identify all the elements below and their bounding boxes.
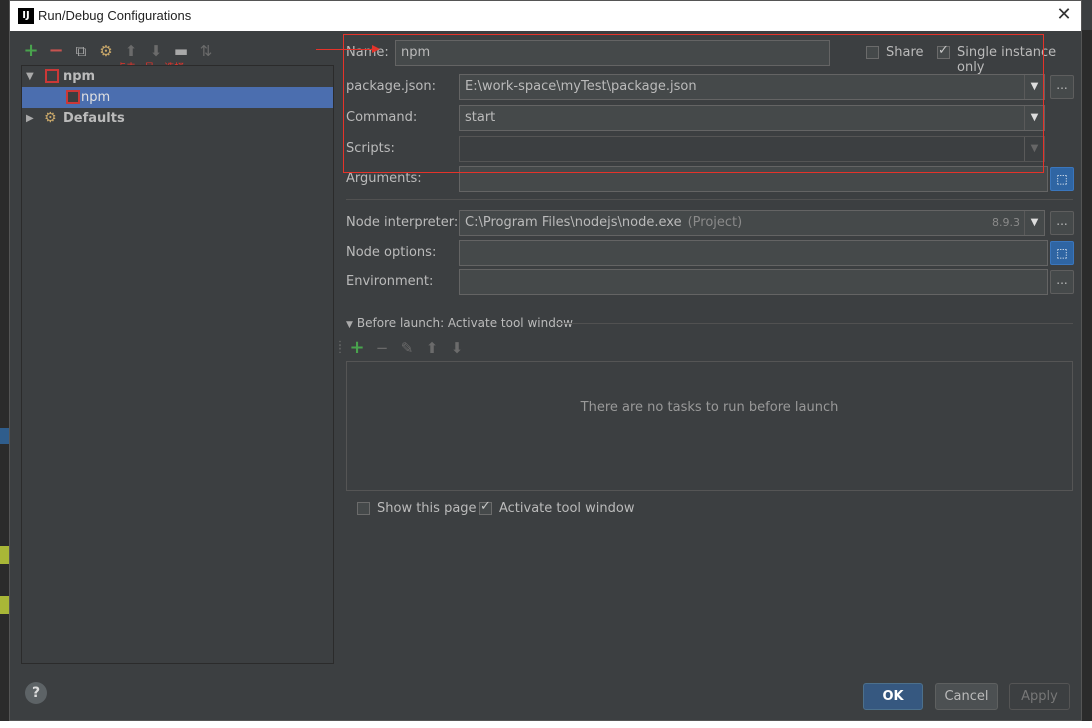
expand-node-options-icon[interactable]: ⬚ <box>1050 241 1074 265</box>
before-launch-toolbar: + − ✎ ⬆ ⬇ <box>348 339 466 358</box>
before-launch-title: Before launch: Activate tool window <box>356 316 573 330</box>
move-down-icon[interactable]: ⬇ <box>448 339 466 357</box>
name-label: Name: <box>346 45 389 60</box>
tree-item-label: npm <box>81 90 111 105</box>
show-page-label: Show this page <box>377 501 477 516</box>
close-icon[interactable]: ✕ <box>1053 4 1075 26</box>
annotation-arrow-head <box>372 45 380 53</box>
background-window-edge-right <box>1082 30 1092 728</box>
config-tree-toolbar: + − ⧉ ⚙ ⬆ ⬇ ▬ ⇅ <box>22 41 215 61</box>
node-interpreter-value: C:\Program Files\nodejs\node.exe <box>465 215 682 230</box>
tree-item-label: Defaults <box>63 111 125 126</box>
title-bar[interactable]: IJ Run/Debug Configurations ✕ <box>10 1 1081 31</box>
help-icon[interactable]: ? <box>25 682 47 704</box>
arguments-input[interactable] <box>459 166 1048 192</box>
command-value: start <box>465 110 496 125</box>
show-page-checkbox[interactable] <box>357 502 370 515</box>
background-marker <box>0 546 9 564</box>
command-label: Command: <box>346 110 418 125</box>
command-select[interactable]: start ▼ <box>459 105 1045 131</box>
move-up-icon[interactable]: ⬆ <box>423 339 441 357</box>
copy-icon[interactable]: ⧉ <box>72 42 90 60</box>
tree-item-defaults[interactable]: ▶ ⚙ Defaults <box>22 108 333 129</box>
collapse-arrow-icon[interactable]: ▼ <box>346 320 353 330</box>
remove-icon[interactable]: − <box>47 42 65 60</box>
scripts-select[interactable]: ▼ <box>459 136 1045 162</box>
node-version: 8.9.3 <box>992 216 1020 229</box>
tree-item-npm-group[interactable]: ▼ npm <box>22 66 333 87</box>
chevron-down-icon[interactable]: ▼ <box>1024 75 1044 99</box>
background-marker <box>0 596 9 614</box>
npm-icon <box>45 69 59 83</box>
dialog-title: Run/Debug Configurations <box>38 8 192 23</box>
activate-tool-window-label: Activate tool window <box>499 501 635 516</box>
node-interpreter-label: Node interpreter: <box>346 215 459 230</box>
empty-task-message: There are no tasks to run before launch <box>580 400 839 415</box>
browse-package-button[interactable]: ... <box>1050 75 1074 99</box>
package-json-value: E:\work-space\myTest\package.json <box>465 79 697 94</box>
annotation-arrow-line <box>316 49 378 50</box>
add-task-icon[interactable]: + <box>348 339 366 357</box>
tree-item-label: npm <box>63 69 96 84</box>
scripts-label: Scripts: <box>346 141 395 156</box>
tree-item-npm-config[interactable]: npm <box>22 87 333 108</box>
config-tree: ▼ npm npm ▶ ⚙ Defaults <box>21 65 334 664</box>
expand-arrow-icon[interactable]: ▼ <box>26 66 38 87</box>
share-label: Share <box>886 45 924 60</box>
share-checkbox[interactable] <box>866 46 879 59</box>
folder-icon[interactable]: ▬ <box>172 42 190 60</box>
remove-task-icon[interactable]: − <box>373 339 391 357</box>
add-icon[interactable]: + <box>22 42 40 60</box>
single-instance-checkbox[interactable] <box>937 43 950 59</box>
node-interpreter-suffix: (Project) <box>687 215 743 230</box>
node-options-input[interactable] <box>459 240 1048 266</box>
splitter-grip-icon[interactable]: ⋮ ⋮ <box>335 341 345 358</box>
browse-interpreter-button[interactable]: ... <box>1050 211 1074 235</box>
package-json-label: package.json: <box>346 79 436 94</box>
edit-environment-button[interactable]: ... <box>1050 270 1074 294</box>
background-window-edge <box>0 0 9 728</box>
environment-input[interactable] <box>459 269 1048 295</box>
collapse-arrow-icon[interactable]: ▶ <box>26 108 38 129</box>
npm-icon <box>66 90 80 104</box>
background-highlight <box>0 428 9 444</box>
divider <box>346 199 1073 200</box>
activate-tool-window-checkbox[interactable] <box>479 499 492 515</box>
single-instance-label: Single instance only <box>957 45 1057 75</box>
arguments-label: Arguments: <box>346 171 422 186</box>
ok-button[interactable]: OK <box>863 683 923 710</box>
before-launch-task-list[interactable]: There are no tasks to run before launch <box>346 361 1073 491</box>
chevron-down-icon[interactable]: ▼ <box>1024 211 1044 235</box>
chevron-down-icon[interactable]: ▼ <box>1024 106 1044 130</box>
chevron-down-icon[interactable]: ▼ <box>1024 137 1044 161</box>
defaults-wrench-icon: ⚙ <box>44 110 57 126</box>
apply-button[interactable]: Apply <box>1009 683 1070 710</box>
cancel-button[interactable]: Cancel <box>935 683 998 710</box>
before-launch-header[interactable]: ▼ Before launch: Activate tool window <box>346 316 573 330</box>
background-strip-bottom <box>0 721 1092 728</box>
edit-defaults-icon[interactable]: ⚙ <box>97 42 115 60</box>
edit-task-icon[interactable]: ✎ <box>398 339 416 357</box>
expand-arguments-icon[interactable]: ⬚ <box>1050 167 1074 191</box>
intellij-app-icon: IJ <box>18 8 34 24</box>
run-debug-dialog: IJ Run/Debug Configurations ✕ + − ⧉ ⚙ ⬆ … <box>9 0 1082 721</box>
move-up-icon[interactable]: ⬆ <box>122 42 140 60</box>
move-down-icon[interactable]: ⬇ <box>147 42 165 60</box>
node-options-label: Node options: <box>346 245 437 260</box>
sort-icon[interactable]: ⇅ <box>197 42 215 60</box>
node-interpreter-select[interactable]: C:\Program Files\nodejs\node.exe (Project… <box>459 210 1045 236</box>
environment-label: Environment: <box>346 274 434 289</box>
package-json-select[interactable]: E:\work-space\myTest\package.json ▼ <box>459 74 1045 100</box>
name-input[interactable]: npm <box>395 40 830 66</box>
divider <box>555 323 1073 324</box>
